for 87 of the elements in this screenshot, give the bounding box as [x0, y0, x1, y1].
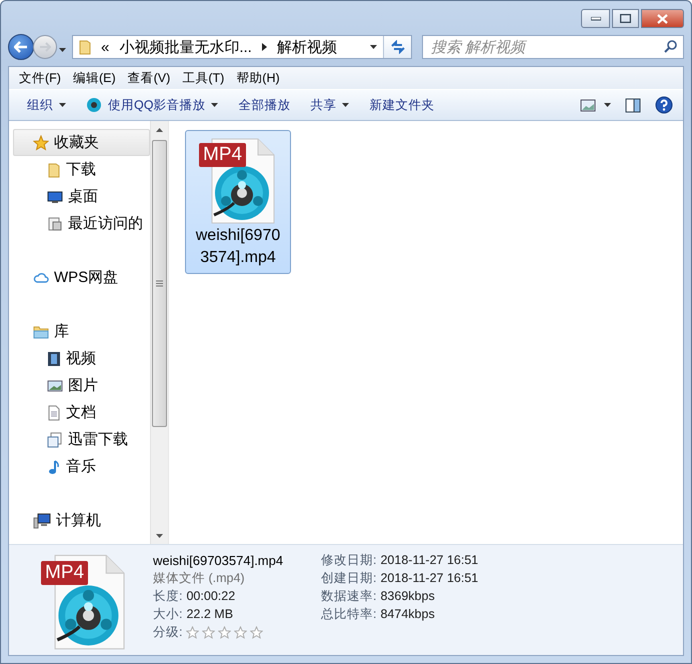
empty-star-icon[interactable] — [218, 626, 232, 638]
menu-item[interactable]: 帮助(H) — [230, 70, 286, 86]
folder-icon — [33, 324, 49, 340]
empty-star-icon[interactable] — [186, 626, 200, 638]
property-label: 数据速率: — [321, 588, 376, 604]
breadcrumb-overflow[interactable]: « — [101, 38, 110, 56]
picture-icon — [580, 98, 596, 112]
search-icon — [664, 40, 677, 53]
folder-icon — [79, 39, 91, 55]
document-icon — [47, 432, 63, 448]
file-type-badge: MP4 — [199, 143, 246, 167]
empty-star-icon[interactable] — [234, 626, 248, 638]
nav-item[interactable]: 桌面 — [9, 183, 150, 210]
file-name: weishi[69703574].mp4 — [194, 226, 282, 268]
left-arrow-icon — [14, 41, 28, 53]
file-type: 媒体文件 (.mp4) — [153, 570, 245, 586]
nav-group[interactable]: 库 — [13, 318, 150, 345]
menu-item[interactable]: 文件(F) — [13, 70, 67, 86]
nav-group[interactable]: WPS网盘 — [13, 264, 150, 291]
right-arrow-icon — [39, 42, 51, 52]
help-icon — [655, 96, 673, 114]
breadcrumb-item[interactable]: 解析视频 — [276, 38, 337, 56]
property-value: 00:00:22 — [186, 589, 236, 603]
file-type-badge: MP4 — [41, 561, 88, 585]
close-button[interactable] — [641, 9, 684, 28]
property-value: 8369kbps — [380, 589, 435, 603]
toolbar-button[interactable]: 组织 — [17, 93, 76, 117]
nav-item[interactable]: 图片 — [9, 372, 150, 399]
star-icon — [33, 134, 49, 150]
toolbar-button[interactable]: 使用QQ影音播放 — [76, 93, 228, 117]
pane-icon — [625, 98, 641, 112]
film-icon — [47, 350, 61, 366]
nav-item[interactable]: 下载 — [9, 156, 150, 183]
nav-group[interactable]: 计算机 — [13, 507, 150, 534]
nav-item[interactable]: 音乐 — [9, 453, 150, 480]
property-label: 修改日期: — [321, 552, 376, 568]
monitor-icon — [47, 190, 63, 204]
picture-icon — [47, 378, 63, 392]
empty-star-icon[interactable] — [250, 626, 264, 638]
search-field[interactable]: 搜索 解析视频 — [422, 35, 684, 59]
maximize-button[interactable] — [612, 9, 639, 28]
nav-item[interactable]: 文档 — [9, 399, 150, 426]
file-name: weishi[69703574].mp4 — [153, 552, 284, 568]
property-label: 大小: — [153, 606, 182, 622]
document-icon — [47, 216, 63, 232]
caret-icon — [59, 48, 66, 52]
property-label: 长度: — [153, 588, 182, 604]
down-arrow-icon — [156, 534, 163, 538]
property-value: 2018-11-27 16:51 — [380, 571, 478, 585]
breadcrumb-item[interactable]: 小视频批量无水印... — [119, 38, 252, 56]
toolbar-button[interactable]: 新建文件夹 — [359, 93, 444, 117]
property-value: 2018-11-27 16:51 — [380, 553, 478, 567]
toolbar-button[interactable]: 全部播放 — [228, 93, 300, 117]
caret-icon — [370, 45, 376, 49]
rating-stars[interactable] — [186, 626, 264, 638]
maximize-icon — [620, 14, 631, 23]
menu-item[interactable]: 工具(T) — [176, 70, 230, 86]
menu-item[interactable]: 查看(V) — [122, 70, 176, 86]
folder-icon — [47, 162, 61, 178]
nav-group[interactable]: 收藏夹 — [13, 129, 150, 156]
document-icon — [47, 404, 61, 420]
property-value: 8474kbps — [380, 607, 435, 621]
nav-item[interactable]: 迅雷下载 — [9, 426, 150, 453]
minimize-button[interactable] — [581, 9, 610, 28]
scrollbar-thumb[interactable] — [152, 140, 167, 427]
file-item[interactable]: MP4 weishi[69703574].mp4 — [185, 130, 291, 274]
back-button[interactable] — [8, 34, 34, 60]
close-icon — [657, 14, 668, 24]
nav-item[interactable]: 最近访问的 — [9, 210, 150, 237]
music-note-icon — [47, 458, 61, 474]
refresh-button[interactable] — [383, 36, 411, 58]
computer-icon — [33, 512, 51, 528]
caret-icon — [604, 103, 611, 107]
up-arrow-icon — [156, 128, 163, 132]
grip-icon — [156, 280, 163, 287]
refresh-icon — [390, 40, 406, 54]
property-label: 分级: — [153, 624, 182, 640]
property-label: 创建日期: — [321, 570, 376, 586]
nav-item[interactable]: 视频 — [9, 345, 150, 372]
property-label: 总比特率: — [321, 606, 376, 622]
property-value: 22.2 MB — [186, 607, 234, 621]
chevron-icon — [262, 43, 267, 51]
empty-star-icon[interactable] — [202, 626, 216, 638]
toolbar-button[interactable]: 共享 — [300, 93, 360, 117]
minimize-icon — [590, 16, 600, 20]
reel-icon — [86, 97, 102, 113]
menu-item[interactable]: 编辑(E) — [66, 70, 122, 86]
